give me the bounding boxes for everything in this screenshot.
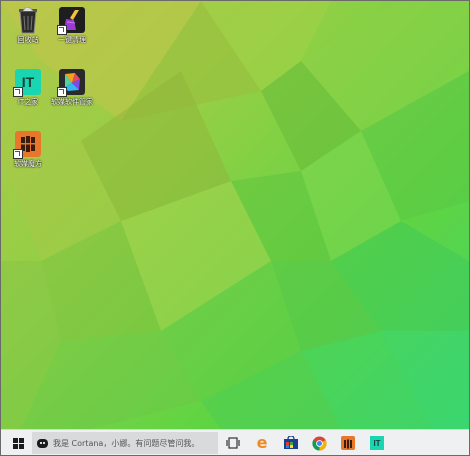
search-placeholder: 我是 Cortana，小娜。有问题尽管问我。: [53, 438, 200, 448]
taskbar-store-button[interactable]: [283, 435, 299, 451]
rubik-cube-icon: [13, 131, 41, 159]
taskbar-ithome-button[interactable]: IT: [369, 435, 385, 451]
windows-logo-icon: [12, 437, 24, 449]
desktop-icon-rubik-cube[interactable]: 软媒魔方: [1, 131, 55, 168]
task-view-icon: [226, 437, 240, 449]
wallpaper-polygons: [1, 1, 469, 429]
taskbar: 我是 Cortana，小娜。有问题尽管问我。 e IT: [1, 429, 469, 455]
taskbar-edge-button[interactable]: e: [254, 435, 270, 451]
desktop-icon-label: 软媒软件管家: [51, 98, 93, 106]
store-icon: [284, 436, 298, 449]
desktop-icon-software-manager[interactable]: 软媒软件管家: [45, 69, 99, 106]
ithome-badge: IT: [21, 74, 35, 90]
shortcut-arrow-icon: [57, 25, 67, 35]
taskbar-chrome-button[interactable]: [311, 435, 327, 451]
broom-icon: [57, 7, 85, 35]
shortcut-arrow-icon: [13, 87, 23, 97]
shortcut-arrow-icon: [57, 87, 67, 97]
edge-icon: e: [256, 433, 268, 452]
desktop-wallpaper[interactable]: 回收站 一键清理 IT IT之家 软媒软件管家 软媒魔方: [1, 1, 469, 429]
software-manager-icon: [57, 69, 85, 97]
taskbar-task-view-button[interactable]: [225, 435, 241, 451]
cortana-search-box[interactable]: 我是 Cortana，小娜。有问题尽管问我。: [32, 432, 218, 454]
taskbar-rubik-cube-button[interactable]: [340, 435, 356, 451]
shortcut-arrow-icon: [13, 149, 23, 159]
recycle-bin-icon: [15, 7, 41, 34]
screen: 回收站 一键清理 IT IT之家 软媒软件管家 软媒魔方 我是 Cortana，…: [0, 0, 470, 456]
chrome-icon: [311, 435, 327, 451]
ithome-icon: IT: [370, 436, 384, 450]
ithome-taskbar-badge: IT: [373, 438, 381, 448]
desktop-icon-one-click-clean[interactable]: 一键清理: [45, 7, 99, 44]
desktop-icon-label: 软媒魔方: [14, 160, 42, 168]
cortana-icon: [37, 438, 48, 448]
rubik-cube-icon: [341, 436, 355, 450]
ithome-icon: IT: [13, 69, 41, 97]
desktop-icon-label: 一键清理: [58, 36, 86, 44]
start-button[interactable]: [7, 430, 29, 455]
